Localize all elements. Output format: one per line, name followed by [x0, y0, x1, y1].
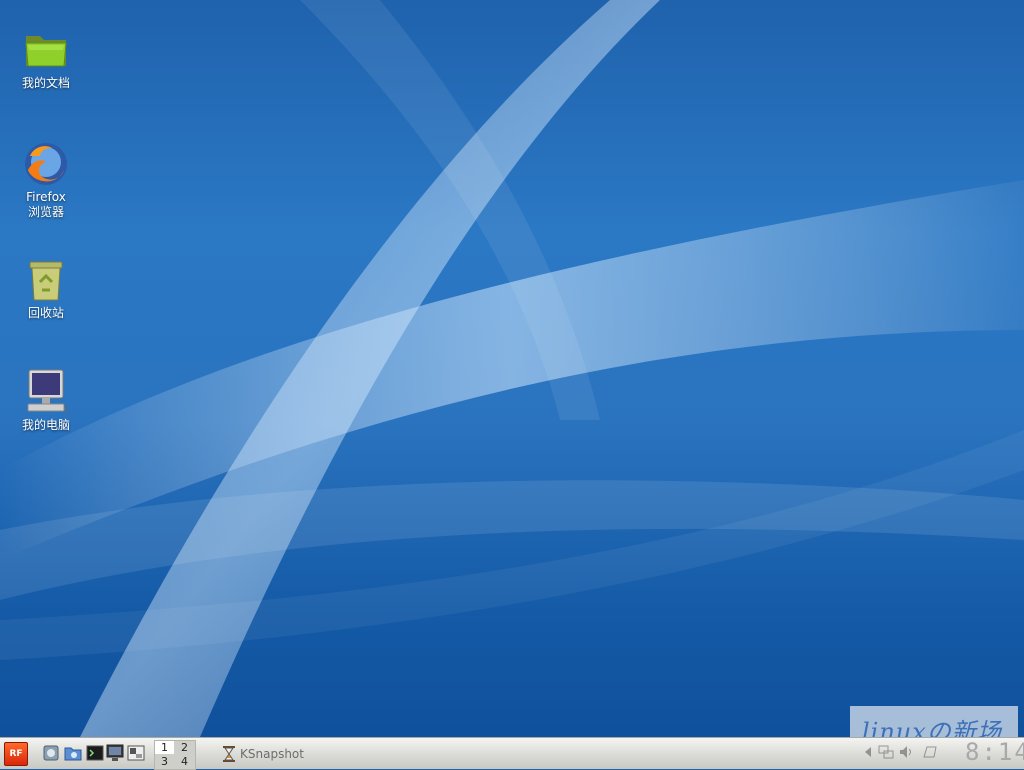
file-manager-icon[interactable] — [64, 744, 82, 762]
hourglass-icon — [222, 746, 236, 762]
desktop-icon[interactable] — [127, 744, 145, 762]
desktop-icon-my-computer[interactable]: 我的电脑 — [6, 368, 86, 433]
start-menu-button[interactable]: RF — [4, 742, 28, 766]
pager-desktop-2[interactable]: 2 — [175, 741, 194, 754]
home-icon[interactable] — [42, 744, 60, 762]
terminal-icon[interactable] — [86, 744, 104, 762]
desktop-icon-firefox[interactable]: Firefox 浏览器 — [6, 140, 86, 220]
task-label: KSnapshot — [240, 747, 304, 761]
pager-desktop-1[interactable]: 1 — [155, 741, 174, 754]
desktop-icon-label: 我的文档 — [21, 76, 70, 90]
desktop-icon-label: 我的电脑 — [21, 418, 70, 432]
taskbar-clock[interactable]: 8:14 — [965, 737, 1024, 768]
monitor-icon[interactable] — [106, 744, 124, 762]
trash-icon — [22, 256, 70, 304]
network-icon[interactable] — [878, 744, 894, 760]
arrow-left-icon[interactable] — [860, 744, 876, 760]
volume-icon[interactable] — [898, 744, 914, 760]
desktop-icon-label: Firefox — [26, 190, 66, 204]
firefox-icon — [22, 140, 70, 188]
desktop-icon-label: 回收站 — [27, 306, 64, 320]
desktop-icon-my-documents[interactable]: 我的文档 — [6, 26, 86, 91]
desktop-pager: 1 2 3 4 — [154, 740, 196, 770]
computer-icon — [22, 368, 70, 416]
desktop-icon-label-line2: 浏览器 — [27, 205, 64, 219]
folder-icon — [22, 26, 70, 74]
pager-desktop-3[interactable]: 3 — [155, 755, 174, 768]
battery-icon[interactable] — [922, 744, 938, 760]
desktop-icon-trash[interactable]: 回收站 — [6, 256, 86, 321]
pager-desktop-4[interactable]: 4 — [175, 755, 194, 768]
desktop-wallpaper — [0, 0, 1024, 737]
taskbar-task-ksnapshot[interactable]: KSnapshot — [220, 745, 370, 763]
